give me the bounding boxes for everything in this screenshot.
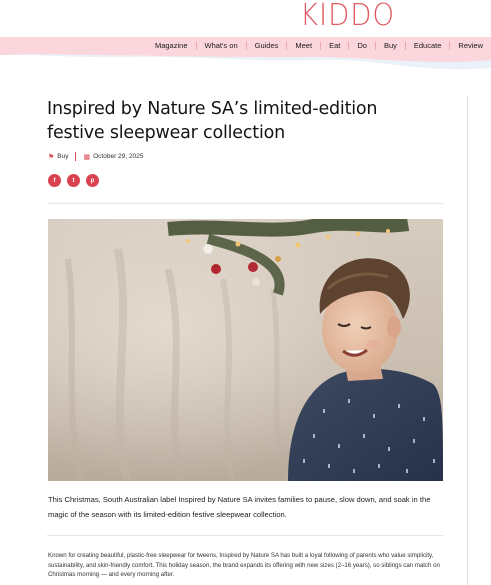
divider	[47, 203, 443, 204]
nav-guides[interactable]: Guides	[247, 37, 287, 55]
divider	[47, 535, 443, 536]
article-body-paragraph: Known for creating beautiful, plastic-fr…	[48, 552, 440, 579]
article-category[interactable]: Buy	[57, 153, 68, 160]
tag-icon: ⚑	[48, 153, 55, 161]
article-hero-image	[48, 219, 443, 481]
article-title: Inspired by Nature SA’s limited-edition …	[47, 99, 378, 143]
nav-whats-on[interactable]: What's on	[197, 37, 246, 55]
nav-magazine[interactable]: Magazine	[147, 37, 196, 55]
nav-buy[interactable]: Buy	[376, 37, 405, 55]
nav-meet[interactable]: Meet	[287, 37, 320, 55]
site-logo[interactable]: KIDDO	[300, 0, 394, 36]
share-buttons: f t p	[48, 174, 99, 187]
pinterest-icon[interactable]: p	[86, 174, 99, 187]
nav-review[interactable]: Review	[450, 37, 491, 55]
nav-eat[interactable]: Eat	[321, 37, 348, 55]
main-nav: Magazine What's on Guides Meet Eat Do Bu…	[0, 37, 491, 55]
twitter-icon[interactable]: t	[67, 174, 80, 187]
calendar-icon: ▦	[83, 153, 91, 161]
nav-do[interactable]: Do	[349, 37, 375, 55]
nav-educate[interactable]: Educate	[406, 37, 450, 55]
child-in-sleepwear-photo	[48, 219, 443, 481]
facebook-icon[interactable]: f	[48, 174, 61, 187]
article-intro: This Christmas, South Australian label I…	[48, 495, 431, 519]
meta-divider	[75, 152, 77, 161]
header-wave-decoration	[0, 54, 491, 70]
sidebar-divider	[467, 96, 468, 585]
article-date: October 29, 2025	[93, 153, 144, 160]
article-meta: ⚑ Buy ▦ October 29, 2025	[48, 152, 143, 161]
